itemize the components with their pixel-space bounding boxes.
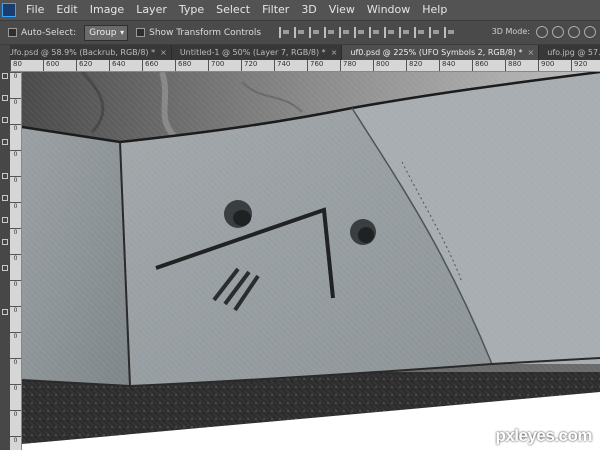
ruler-tick-label: 840 <box>439 60 455 71</box>
ruler-tick-label: 740 <box>274 60 290 71</box>
horizontal-ruler: 80 600 620 640 660 680 700 720 740 760 780 800 820 84… <box>10 60 600 72</box>
ruler-tick-label: 820 <box>406 60 422 71</box>
menu-3d[interactable]: 3D <box>295 0 322 20</box>
ruler-tick-label: 0 <box>10 98 21 107</box>
close-icon[interactable]: × <box>528 45 535 60</box>
align-vcenter-icon[interactable] <box>294 27 305 38</box>
ruler-tick-label: 0 <box>10 228 21 237</box>
3d-pan-icon[interactable] <box>568 26 580 38</box>
ruler-tick-label: 0 <box>10 358 21 367</box>
distribute-bottom-icon[interactable] <box>399 27 410 38</box>
ruler-tick-label: 0 <box>10 202 21 211</box>
ruler-tick-label: 0 <box>10 332 21 341</box>
menu-image[interactable]: Image <box>84 0 130 20</box>
vertical-ruler: 0 0 0 0 0 0 0 0 0 0 0 0 0 0 0 <box>10 72 22 450</box>
tools-panel <box>0 45 10 450</box>
align-right-icon[interactable] <box>354 27 365 38</box>
mode-3d-label: 3D Mode: <box>491 27 530 36</box>
tab-ufo-jpg[interactable]: ufo.jpg @ 57.3% <box>539 45 600 60</box>
watermark-text: pxleyes.com <box>495 426 592 445</box>
menu-filter[interactable]: Filter <box>256 0 295 20</box>
ruler-tick-label: 0 <box>10 176 21 185</box>
ruler-tick-label: 700 <box>208 60 224 71</box>
tab-label: ufo.jpg @ 57.3% <box>547 48 600 57</box>
tab-untitled-1[interactable]: Untitled-1 @ 50% (Layer 7, RGB/8) * × <box>172 45 343 60</box>
menu-edit[interactable]: Edit <box>50 0 83 20</box>
ruler-tick-label: 0 <box>10 124 21 133</box>
align-controls <box>279 27 459 38</box>
lasso-tool-icon[interactable] <box>2 117 8 123</box>
brush-tool-icon[interactable] <box>2 139 8 145</box>
distribute-vcenter-icon[interactable] <box>384 27 395 38</box>
ruler-tick-label: 660 <box>142 60 158 71</box>
ruler-tick-label: 900 <box>538 60 554 71</box>
menu-select[interactable]: Select <box>210 0 256 20</box>
ruler-tick-label: 0 <box>10 254 21 263</box>
ruler-tick-label: 0 <box>10 384 21 393</box>
align-top-icon[interactable] <box>279 27 290 38</box>
gradient-tool-icon[interactable] <box>2 217 8 223</box>
distribute-hcenter-icon[interactable] <box>429 27 440 38</box>
options-bar: Auto-Select: Group Show Transform Contro… <box>0 20 600 45</box>
ruler-tick-label: 640 <box>109 60 125 71</box>
menu-bar: File Edit Image Layer Type Select Filter… <box>0 0 600 20</box>
photoshop-logo-icon[interactable] <box>2 3 16 17</box>
ruler-tick-label: 780 <box>340 60 356 71</box>
close-icon[interactable]: × <box>331 45 338 60</box>
ruler-tick-label: 880 <box>505 60 521 71</box>
ruler-tick-label: 600 <box>43 60 59 71</box>
ruler-tick-label: 620 <box>76 60 92 71</box>
align-hcenter-icon[interactable] <box>339 27 350 38</box>
show-transform-label: Show Transform Controls <box>149 27 262 38</box>
3d-slide-icon[interactable] <box>584 26 596 38</box>
clone-tool-icon[interactable] <box>2 173 8 179</box>
ruler-tick-label: 800 <box>373 60 389 71</box>
dodge-tool-icon[interactable] <box>2 239 8 245</box>
move-tool-icon[interactable] <box>2 73 8 79</box>
menu-window[interactable]: Window <box>361 0 416 20</box>
ruler-tick-label: 720 <box>241 60 257 71</box>
ruler-tick-label: 860 <box>472 60 488 71</box>
document-tab-bar: Ufo.psd @ 58.9% (Backrub, RGB/8) * × Unti… <box>0 45 600 60</box>
tab-label: Untitled-1 @ 50% (Layer 7, RGB/8) * <box>179 48 326 57</box>
show-transform-checkbox[interactable] <box>136 28 146 37</box>
ruler-tick-label: 680 <box>175 60 191 71</box>
align-bottom-icon[interactable] <box>309 27 320 38</box>
align-left-icon[interactable] <box>324 27 335 38</box>
auto-select-dropdown[interactable]: Group <box>84 24 129 41</box>
menu-file[interactable]: File <box>20 0 50 20</box>
ruler-tick-label: 760 <box>307 60 323 71</box>
pen-tool-icon[interactable] <box>2 265 8 271</box>
eraser-tool-icon[interactable] <box>2 195 8 201</box>
tab-label: Ufo.psd @ 58.9% (Backrub, RGB/8) * <box>8 48 156 57</box>
ruler-tick-label: 0 <box>10 150 21 159</box>
ruler-tick-label: 0 <box>10 436 21 445</box>
tab-label: uf0.psd @ 225% (UFO Symbols 2, RGB/8) * <box>350 48 523 57</box>
ruler-tick-label: 0 <box>10 72 21 81</box>
distribute-left-icon[interactable] <box>414 27 425 38</box>
ruler-tick-label: 80 <box>10 60 22 71</box>
ruler-tick-label: 0 <box>10 306 21 315</box>
ruler-tick-label: 0 <box>10 280 21 289</box>
marquee-tool-icon[interactable] <box>2 95 8 101</box>
tab-uf0-psd[interactable]: uf0.psd @ 225% (UFO Symbols 2, RGB/8) * × <box>342 45 540 60</box>
menu-type[interactable]: Type <box>173 0 210 20</box>
ruler-tick-label: 0 <box>10 410 21 419</box>
auto-select-checkbox[interactable] <box>8 28 17 37</box>
3d-roll-icon[interactable] <box>552 26 564 38</box>
ruler-tick-label: 920 <box>571 60 587 71</box>
3d-rotate-icon[interactable] <box>536 26 548 38</box>
distribute-right-icon[interactable] <box>444 27 455 38</box>
canvas-image <box>22 72 600 450</box>
distribute-top-icon[interactable] <box>369 27 380 38</box>
auto-select-label: Auto-Select: <box>21 27 77 38</box>
close-icon[interactable]: × <box>160 45 167 60</box>
menu-view[interactable]: View <box>323 0 361 20</box>
tab-ufo-psd[interactable]: Ufo.psd @ 58.9% (Backrub, RGB/8) * × <box>0 45 172 60</box>
menu-layer[interactable]: Layer <box>130 0 173 20</box>
document-canvas[interactable]: pxleyes.com <box>22 72 600 450</box>
menu-help[interactable]: Help <box>416 0 453 20</box>
hand-tool-icon[interactable] <box>2 309 8 315</box>
